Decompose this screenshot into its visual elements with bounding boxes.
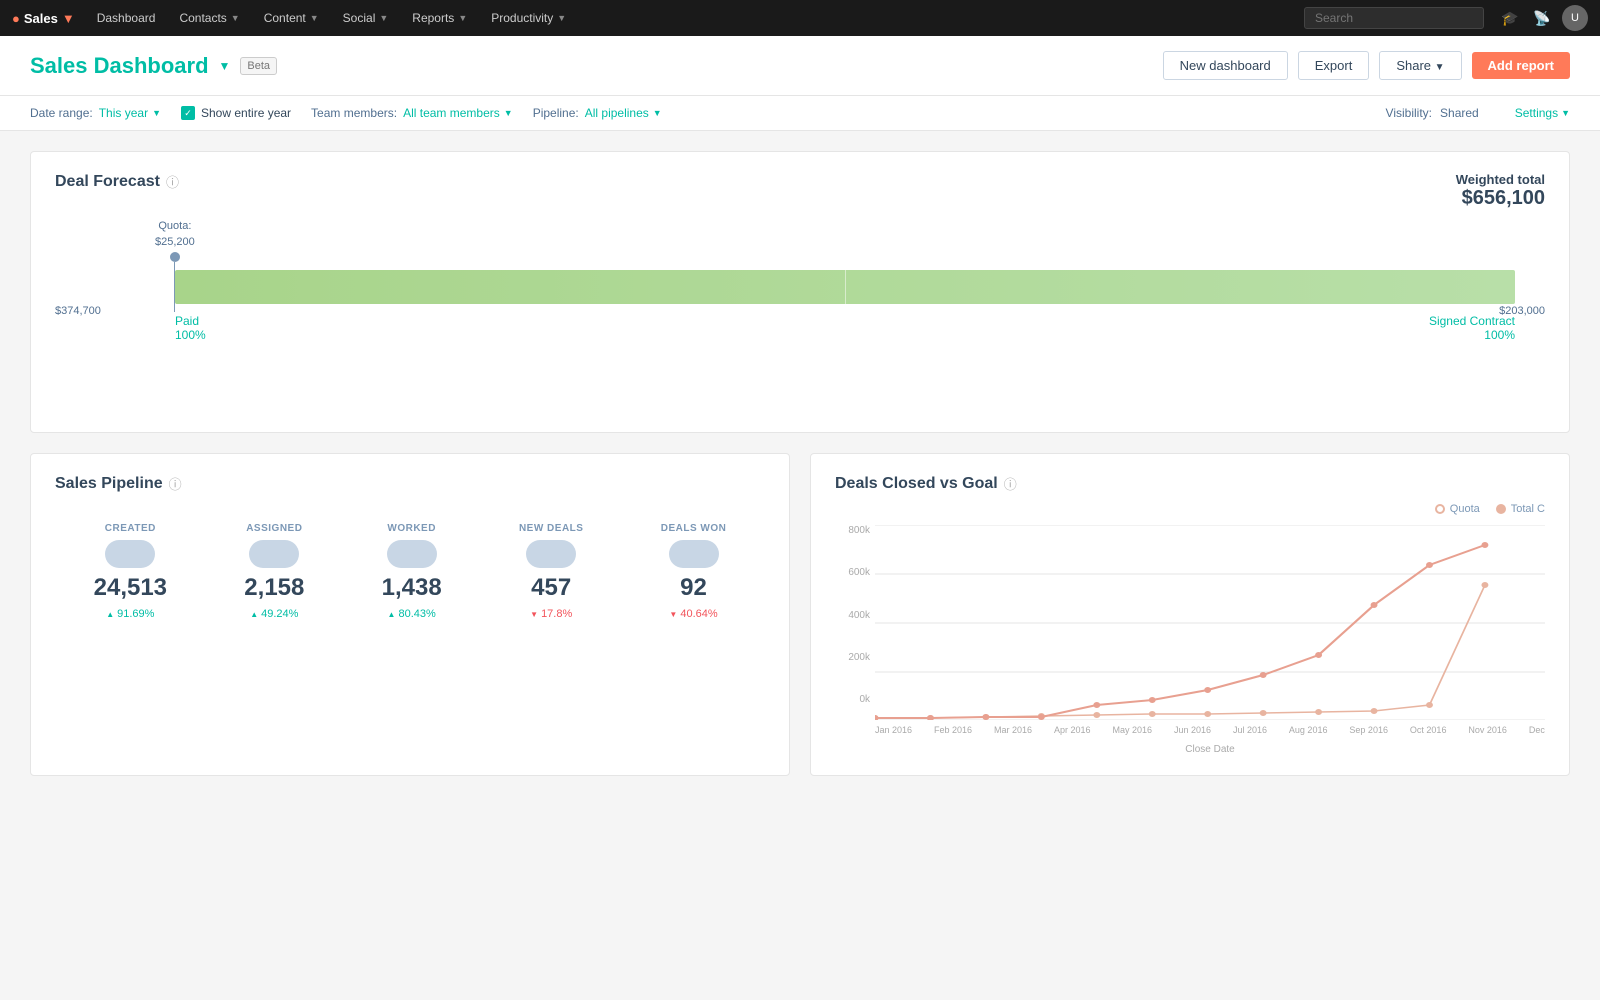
- stat-new-deals: NEW DEALS 457 17.8%: [519, 523, 584, 620]
- x-axis-labels: Jan 2016 Feb 2016 Mar 2016 Apr 2016 May …: [875, 725, 1545, 735]
- deals-chart: 0k 200k 400k 600k 800k: [835, 525, 1545, 755]
- new-dashboard-button[interactable]: New dashboard: [1163, 51, 1288, 80]
- nav-social[interactable]: Social ▼: [333, 0, 399, 36]
- title-dropdown-icon[interactable]: ▼: [219, 59, 231, 73]
- created-change: 91.69%: [106, 608, 154, 620]
- notifications-icon[interactable]: 🎓: [1498, 6, 1522, 30]
- filter-bar: Date range: This year ▼ Show entire year…: [0, 96, 1600, 131]
- forecast-bar: [145, 270, 1545, 304]
- settings-button[interactable]: Settings ▼: [1515, 106, 1570, 120]
- stat-assigned: ASSIGNED 2,158 49.24%: [244, 523, 304, 620]
- beta-badge: Beta: [240, 57, 277, 75]
- stat-created: CREATED 24,513 91.69%: [94, 523, 167, 620]
- date-range-dropdown[interactable]: This year ▼: [99, 106, 161, 120]
- page-header: Sales Dashboard ▼ Beta New dashboard Exp…: [0, 36, 1600, 96]
- worked-change: 80.43%: [388, 608, 436, 620]
- add-report-button[interactable]: Add report: [1472, 52, 1570, 79]
- deals-closed-info-icon[interactable]: ⓘ: [1004, 474, 1017, 493]
- legend-quota: Quota: [1435, 503, 1480, 515]
- nav-productivity[interactable]: Productivity ▼: [481, 0, 576, 36]
- deals-won-change: 40.64%: [669, 608, 717, 620]
- bottom-row: Sales Pipeline ⓘ CREATED 24,513 91.69%: [30, 453, 1570, 796]
- page-title: Sales Dashboard: [30, 53, 209, 79]
- sales-pipeline-title: Sales Pipeline: [55, 475, 163, 493]
- help-icon[interactable]: 📡: [1530, 6, 1554, 30]
- export-button[interactable]: Export: [1298, 51, 1370, 80]
- share-button[interactable]: Share ▼: [1379, 51, 1461, 80]
- assigned-bar-mini: [249, 540, 299, 568]
- date-range-filter: Date range: This year ▼: [30, 106, 161, 120]
- deals-closed-title: Deals Closed vs Goal: [835, 475, 998, 493]
- pipeline-dropdown[interactable]: All pipelines ▼: [585, 106, 662, 120]
- assigned-change: 49.24%: [250, 608, 298, 620]
- pipeline-stats: CREATED 24,513 91.69% ASSIGNED 2,158: [55, 523, 765, 620]
- quota-dot: [170, 252, 180, 262]
- pipeline-filter: Pipeline: All pipelines ▼: [533, 106, 662, 120]
- show-entire-year-checkbox[interactable]: Show entire year: [181, 106, 291, 120]
- team-members-dropdown[interactable]: All team members ▼: [403, 106, 513, 120]
- sales-pipeline-info-icon[interactable]: ⓘ: [169, 474, 182, 493]
- deal-forecast-title: Deal Forecast: [55, 173, 160, 191]
- sales-pipeline-card: Sales Pipeline ⓘ CREATED 24,513 91.69%: [30, 453, 790, 776]
- brand-logo[interactable]: ● Sales ▼: [12, 11, 75, 26]
- deal-forecast-info-icon[interactable]: ⓘ: [166, 172, 179, 191]
- top-navigation: ● Sales ▼ Dashboard Contacts ▼ Content ▼…: [0, 0, 1600, 36]
- new-deals-bar-mini: [526, 540, 576, 568]
- worked-bar-mini: [387, 540, 437, 568]
- line-chart-svg: [875, 525, 1545, 720]
- deals-won-bar-mini: [669, 540, 719, 568]
- deal-forecast-card: Deal Forecast ⓘ Weighted total $656,100 …: [30, 151, 1570, 433]
- new-deals-change: 17.8%: [530, 608, 572, 620]
- chart-legend: Quota Total C: [835, 503, 1545, 515]
- nav-contacts[interactable]: Contacts ▼: [169, 0, 249, 36]
- deals-closed-card: Deals Closed vs Goal ⓘ Quota Total C: [810, 453, 1570, 776]
- user-avatar[interactable]: U: [1562, 5, 1588, 31]
- bar-right-label: $203,000: [1499, 305, 1545, 317]
- nav-content[interactable]: Content ▼: [254, 0, 329, 36]
- nav-dashboard[interactable]: Dashboard: [87, 0, 166, 36]
- team-members-filter: Team members: All team members ▼: [311, 106, 513, 120]
- legend-total: Total C: [1496, 503, 1545, 515]
- nav-reports[interactable]: Reports ▼: [402, 0, 477, 36]
- checkbox-icon: [181, 106, 195, 120]
- bar-left-label: $374,700: [55, 305, 101, 317]
- close-date-label: Close Date: [875, 744, 1545, 755]
- bar-annotations: Paid 100% Signed Contract 100%: [145, 308, 1545, 342]
- stat-deals-won: DEALS WON 92 40.64%: [661, 523, 727, 620]
- search-input[interactable]: [1304, 7, 1484, 29]
- created-bar-mini: [105, 540, 155, 568]
- main-content: Deal Forecast ⓘ Weighted total $656,100 …: [0, 131, 1600, 816]
- stat-worked: WORKED 1,438 80.43%: [382, 523, 442, 620]
